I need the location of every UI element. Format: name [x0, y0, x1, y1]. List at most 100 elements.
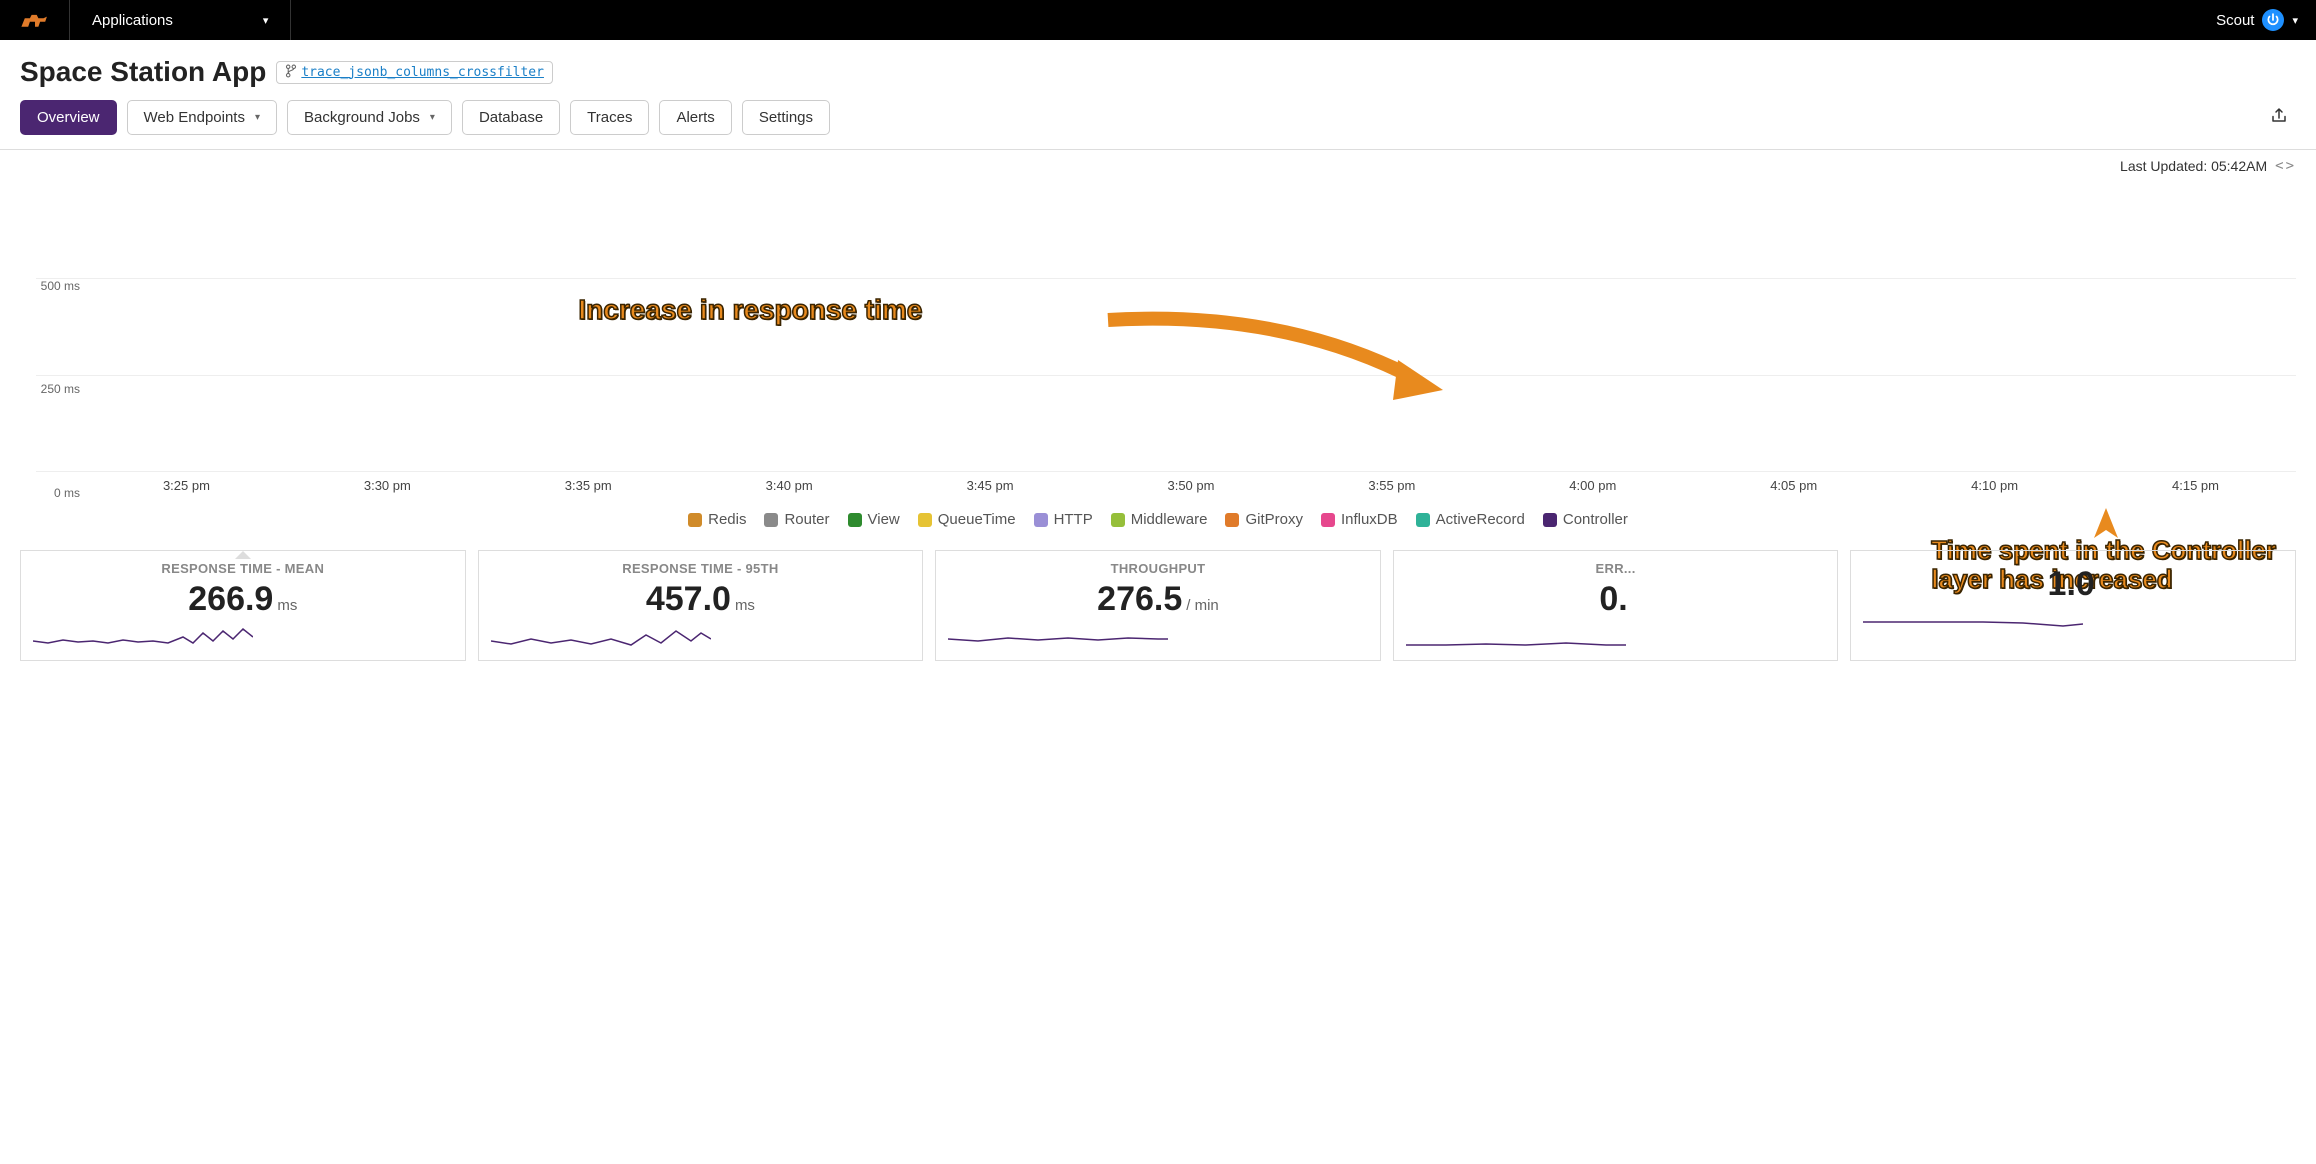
card-response-95th[interactable]: RESPONSE TIME - 95TH 457.0ms: [478, 550, 924, 661]
legend-item-controller[interactable]: Controller: [1543, 511, 1628, 528]
applications-menu-label: Applications: [92, 12, 173, 29]
power-icon: [2262, 9, 2284, 31]
tab-database[interactable]: Database: [462, 100, 560, 135]
card-extra[interactable]: 1.0: [1850, 550, 2296, 661]
dog-icon: [18, 9, 52, 31]
legend-label: View: [868, 511, 900, 528]
tab-settings[interactable]: Settings: [742, 100, 830, 135]
legend-swatch: [1321, 513, 1335, 527]
chevron-down-icon: ▾: [2292, 14, 2298, 27]
tab-web-endpoints[interactable]: Web Endpoints ▾: [127, 100, 278, 135]
legend-item-http[interactable]: HTTP: [1034, 511, 1093, 528]
legend-item-influxdb[interactable]: InfluxDB: [1321, 511, 1398, 528]
card-value: 266.9: [188, 580, 273, 618]
card-value: 276.5: [1097, 580, 1182, 618]
legend-swatch: [1225, 513, 1239, 527]
legend-swatch: [848, 513, 862, 527]
legend-item-queuetime[interactable]: QueueTime: [918, 511, 1016, 528]
card-value: 457.0: [646, 580, 731, 618]
metric-cards: RESPONSE TIME - MEAN 266.9ms RESPONSE TI…: [0, 542, 2316, 679]
user-menu[interactable]: Scout ▾: [2198, 9, 2316, 31]
card-unit: / min: [1186, 597, 1219, 614]
meta-row: Last Updated: 05:42AM <>: [0, 150, 2316, 182]
chart-x-axis: 3:25 pm3:30 pm3:35 pm3:40 pm3:45 pm3:50 …: [86, 478, 2296, 493]
share-icon: [2270, 106, 2288, 124]
tab-label: Settings: [759, 109, 813, 126]
x-tick: 3:25 pm: [86, 478, 287, 493]
legend-label: Controller: [1563, 511, 1628, 528]
response-time-chart[interactable]: 0 ms250 ms500 ms 3:25 pm3:30 pm3:35 pm3:…: [36, 182, 2296, 493]
tab-traces[interactable]: Traces: [570, 100, 649, 135]
sparkline: [1406, 627, 1626, 649]
branch-link[interactable]: trace_jsonb_columns_crossfilter: [301, 65, 544, 80]
card-title: ERR...: [1406, 561, 1826, 576]
brand-logo[interactable]: [0, 0, 70, 40]
x-tick: 4:00 pm: [1492, 478, 1693, 493]
tab-label: Alerts: [676, 109, 714, 126]
x-tick: 3:50 pm: [1091, 478, 1292, 493]
tab-label: Background Jobs: [304, 109, 420, 126]
x-tick: 4:15 pm: [2095, 478, 2296, 493]
tab-label: Overview: [37, 109, 100, 126]
legend-label: InfluxDB: [1341, 511, 1398, 528]
sparkline: [491, 627, 711, 649]
tab-background-jobs[interactable]: Background Jobs ▾: [287, 100, 452, 135]
legend-label: Redis: [708, 511, 746, 528]
card-title: THROUGHPUT: [948, 561, 1368, 576]
x-tick: 3:30 pm: [287, 478, 488, 493]
topbar: Applications ▾ Scout ▾: [0, 0, 2316, 40]
legend-item-middleware[interactable]: Middleware: [1111, 511, 1208, 528]
share-button[interactable]: [2262, 102, 2296, 133]
tab-label: Web Endpoints: [144, 109, 245, 126]
legend-swatch: [1416, 513, 1430, 527]
applications-menu[interactable]: Applications ▾: [70, 0, 291, 40]
card-title: RESPONSE TIME - MEAN: [33, 561, 453, 576]
x-tick: 3:40 pm: [689, 478, 890, 493]
user-name-label: Scout: [2216, 12, 2254, 29]
x-tick: 4:05 pm: [1693, 478, 1894, 493]
legend-label: QueueTime: [938, 511, 1016, 528]
legend-item-router[interactable]: Router: [764, 511, 829, 528]
card-value: 0.: [1599, 580, 1627, 618]
legend-item-gitproxy[interactable]: GitProxy: [1225, 511, 1303, 528]
last-updated-label: Last Updated: 05:42AM: [2120, 158, 2267, 174]
chart-grid: [36, 182, 2296, 472]
card-unit: ms: [277, 597, 297, 614]
legend-item-activerecord[interactable]: ActiveRecord: [1416, 511, 1525, 528]
legend-swatch: [1034, 513, 1048, 527]
x-tick: 3:45 pm: [890, 478, 1091, 493]
card-throughput[interactable]: THROUGHPUT 276.5/ min: [935, 550, 1381, 661]
git-branch-icon: [285, 64, 297, 81]
legend-label: Middleware: [1131, 511, 1208, 528]
legend-label: Router: [784, 511, 829, 528]
legend-swatch: [764, 513, 778, 527]
page-header: Space Station App trace_jsonb_columns_cr…: [0, 40, 2316, 150]
tab-overview[interactable]: Overview: [20, 100, 117, 135]
time-nav-arrows[interactable]: <>: [2275, 158, 2296, 174]
legend-item-view[interactable]: View: [848, 511, 900, 528]
chevron-down-icon: ▾: [255, 112, 260, 123]
legend-label: HTTP: [1054, 511, 1093, 528]
chevron-down-icon: ▾: [263, 14, 269, 27]
legend-swatch: [918, 513, 932, 527]
x-tick: 3:35 pm: [488, 478, 689, 493]
legend-label: GitProxy: [1245, 511, 1303, 528]
x-tick: 4:10 pm: [1894, 478, 2095, 493]
chart-bars: [86, 182, 2296, 471]
tab-alerts[interactable]: Alerts: [659, 100, 731, 135]
app-title: Space Station App: [20, 56, 266, 88]
tabs-row: Overview Web Endpoints ▾ Background Jobs ▾…: [20, 100, 2296, 149]
card-response-mean[interactable]: RESPONSE TIME - MEAN 266.9ms: [20, 550, 466, 661]
x-tick: 3:55 pm: [1291, 478, 1492, 493]
legend-item-redis[interactable]: Redis: [688, 511, 746, 528]
sparkline: [33, 627, 253, 649]
branch-chip[interactable]: trace_jsonb_columns_crossfilter: [276, 61, 553, 84]
sparkline: [1863, 612, 2083, 634]
tab-label: Database: [479, 109, 543, 126]
tab-label: Traces: [587, 109, 632, 126]
card-errors[interactable]: ERR... 0.: [1393, 550, 1839, 661]
card-title: RESPONSE TIME - 95TH: [491, 561, 911, 576]
chevron-down-icon: ▾: [430, 112, 435, 123]
chart-legend: Redis Router View QueueTime HTTP Middleware Gi…: [20, 511, 2296, 528]
card-value: 1.0: [2048, 565, 2095, 603]
